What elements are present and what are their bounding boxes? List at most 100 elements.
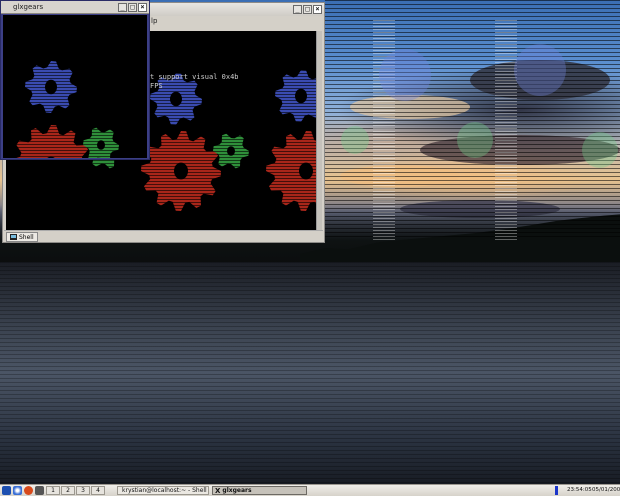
scanline (6, 169, 319, 170)
glxgears-canvas[interactable] (3, 15, 147, 158)
clock-time[interactable]: 23:54:05 (567, 486, 592, 495)
scanline (3, 117, 147, 118)
scanline (3, 99, 147, 100)
scanline (3, 69, 147, 70)
taskbar: 1 2 3 4 krystian@localhost:~ - Shell X g… (0, 484, 620, 496)
tab-shell-label: Shell (19, 233, 34, 241)
scanline (6, 202, 319, 203)
scanline (3, 24, 147, 25)
desktop-3-button[interactable]: 3 (76, 486, 90, 495)
scanline (6, 211, 319, 212)
scanline (6, 184, 319, 185)
terminal-line: FPS (150, 82, 163, 90)
scanline (6, 166, 319, 167)
scanline (3, 30, 147, 31)
scanline (6, 172, 319, 173)
scanline (3, 108, 147, 109)
scanline (3, 72, 147, 73)
scanline (6, 181, 319, 182)
shell-tabbar: Shell (4, 230, 323, 242)
scanline (6, 160, 319, 161)
scanline (6, 163, 319, 164)
glxgears-window-title: glxgears (13, 3, 44, 11)
desktop-1-button[interactable]: 1 (46, 486, 60, 495)
gear-hole (174, 162, 188, 180)
scanline (3, 51, 147, 52)
x-window-icon: X (215, 486, 221, 495)
terminal-icon (10, 234, 17, 240)
scanline (6, 220, 319, 221)
scanline (3, 57, 147, 58)
tab-shell[interactable]: Shell (6, 232, 38, 242)
terminal-line: t support visual 0x4b (150, 73, 239, 81)
scanline (3, 48, 147, 49)
scanline (6, 187, 319, 188)
scanline (3, 114, 147, 115)
scanline (3, 54, 147, 55)
desktop-2-button[interactable]: 2 (61, 486, 75, 495)
scanline (3, 102, 147, 103)
terminal-launcher-icon[interactable] (35, 486, 44, 495)
scanline (3, 18, 147, 19)
gears-render (3, 15, 147, 158)
minimize-button[interactable]: _ (118, 2, 127, 12)
scanline (6, 193, 319, 194)
gear-hole (170, 91, 182, 107)
tray-indicator (555, 486, 558, 495)
scanline (3, 123, 147, 124)
scanline (3, 75, 147, 76)
scanline (3, 60, 147, 61)
scanline (3, 66, 147, 67)
scanline (3, 90, 147, 91)
scanline (3, 132, 147, 133)
scanline (3, 27, 147, 28)
scanline (3, 33, 147, 34)
scanline (3, 78, 147, 79)
scanline (3, 120, 147, 121)
scanline (6, 214, 319, 215)
minimize-button[interactable]: _ (293, 5, 302, 14)
firefox-icon[interactable] (24, 486, 33, 495)
scanline (6, 190, 319, 191)
glxgears-window[interactable]: glxgears _ □ × (0, 0, 150, 160)
scanline (3, 21, 147, 22)
maximize-button[interactable]: □ (128, 2, 137, 12)
close-button[interactable]: × (138, 2, 147, 12)
scanline (3, 150, 147, 151)
scanline (3, 135, 147, 136)
scanline (3, 105, 147, 106)
scanline (3, 84, 147, 85)
terminal-scrollbar[interactable] (316, 31, 322, 231)
scanline (6, 196, 319, 197)
scanline (3, 63, 147, 64)
task-glxgears[interactable]: X glxgears (212, 486, 307, 495)
scanline (3, 42, 147, 43)
scanline (3, 126, 147, 127)
scanline (6, 175, 319, 176)
scanline (3, 129, 147, 130)
scanline (6, 223, 319, 224)
scanline (3, 96, 147, 97)
glxgears-titlebar[interactable]: glxgears _ □ × (1, 1, 149, 14)
scanline (3, 147, 147, 148)
start-menu-icon[interactable] (2, 486, 11, 495)
scanline (3, 144, 147, 145)
shell-menu-help[interactable]: lp (151, 17, 157, 25)
scanline (6, 226, 319, 227)
scanline (3, 36, 147, 37)
scanline (6, 217, 319, 218)
desktop-4-button[interactable]: 4 (91, 486, 105, 495)
scanline (3, 138, 147, 139)
scanline (6, 205, 319, 206)
scanline (3, 111, 147, 112)
ghost-gears (341, 44, 618, 168)
scanline (3, 153, 147, 154)
maximize-button[interactable]: □ (303, 5, 312, 14)
scanline (3, 141, 147, 142)
gear-hole (295, 88, 307, 104)
task-shell[interactable]: krystian@localhost:~ - Shell (117, 486, 209, 495)
close-button[interactable]: × (313, 5, 322, 14)
browser-icon[interactable] (13, 486, 22, 495)
clock-date[interactable]: 05/01/2007 (592, 486, 620, 495)
task-glxgears-label: glxgears (222, 487, 252, 494)
